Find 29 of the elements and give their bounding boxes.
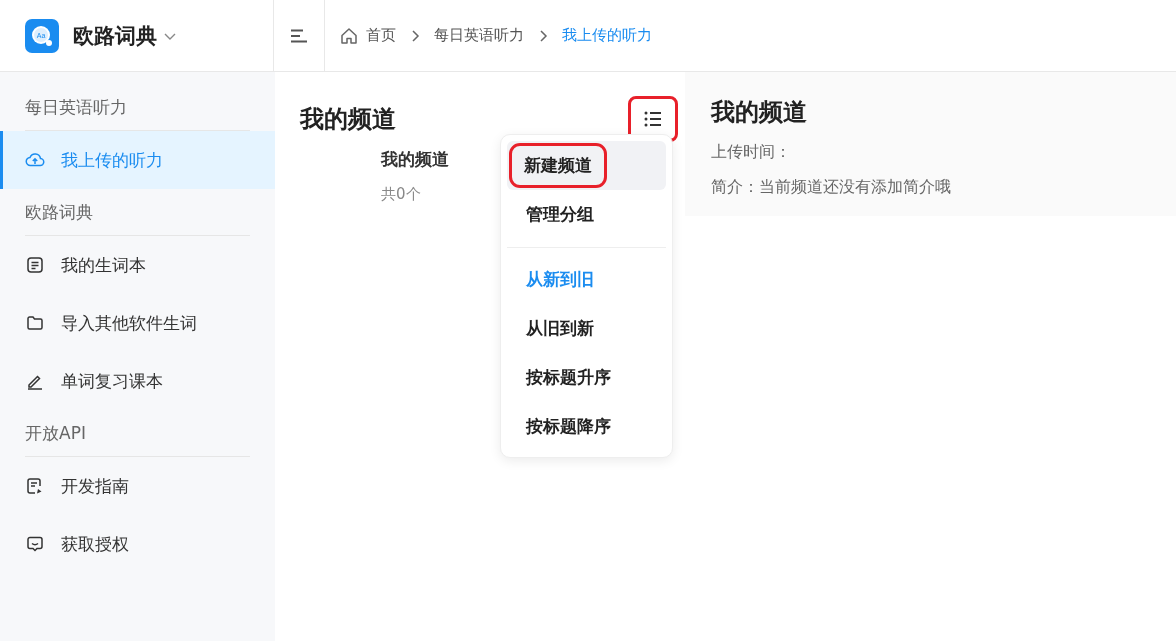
- app-name[interactable]: 欧路词典: [73, 21, 157, 50]
- channel-count: 共0个: [381, 185, 422, 204]
- sidebar-section-title: 欧路词典: [25, 189, 250, 236]
- chat-icon: [25, 534, 45, 554]
- channel-intro: 简介：当前频道还没有添加简介哦: [711, 177, 952, 198]
- detail-title: 我的频道: [711, 97, 808, 128]
- breadcrumb-link[interactable]: 每日英语听力: [434, 26, 524, 45]
- list-icon: [644, 111, 662, 127]
- breadcrumb-link[interactable]: 首页: [366, 26, 396, 45]
- menu-item[interactable]: 新建频道: [507, 141, 666, 190]
- menu-item[interactable]: 管理分组: [507, 190, 666, 239]
- menu-icon[interactable]: [290, 28, 308, 43]
- home-icon[interactable]: [340, 26, 358, 45]
- folder-icon: [25, 313, 45, 333]
- sidebar-item[interactable]: 获取授权: [0, 515, 275, 573]
- chevron-right-icon: [410, 28, 420, 43]
- breadcrumb-link[interactable]: 我上传的听力: [562, 26, 652, 45]
- note-icon: [25, 255, 45, 275]
- sidebar-item[interactable]: 单词复习课本: [0, 352, 275, 410]
- sidebar-item[interactable]: 开发指南: [0, 457, 275, 515]
- chevron-right-icon: [538, 28, 548, 43]
- sidebar-section-title: 开放API: [25, 410, 250, 457]
- sort-option[interactable]: 按标题降序: [507, 402, 666, 451]
- upload-time-label: 上传时间：: [711, 142, 792, 163]
- sidebar-item[interactable]: 导入其他软件生词: [0, 294, 275, 352]
- sort-option[interactable]: 按标题升序: [507, 353, 666, 402]
- sidebar-item[interactable]: 我的生词本: [0, 236, 275, 294]
- sort-option[interactable]: 从旧到新: [507, 304, 666, 353]
- panel-title: 我的频道: [300, 104, 396, 135]
